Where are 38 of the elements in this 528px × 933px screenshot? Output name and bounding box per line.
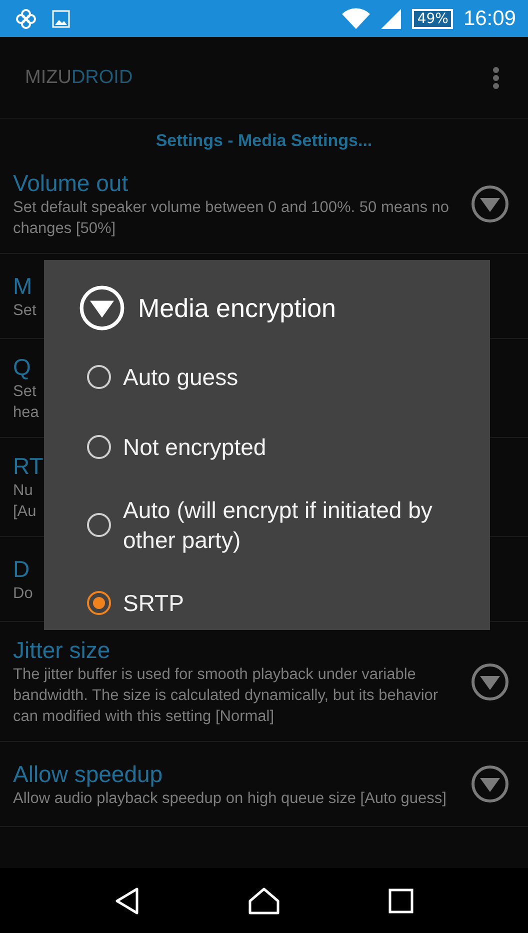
setting-description: Set default speaker volume between 0 and 100%. 50 means no changes [50%]	[13, 198, 450, 239]
app-icon	[14, 6, 38, 30]
option-label[interactable]: Not encrypted	[123, 432, 266, 462]
signal-icon	[380, 8, 402, 30]
setting-description: Set hea	[13, 382, 39, 423]
setting-title: Jitter size	[13, 636, 110, 664]
radio-button[interactable]	[87, 591, 111, 615]
battery-indicator: 49%	[412, 8, 454, 28]
radio-button[interactable]	[87, 435, 111, 459]
setting-description: Nu [Au	[13, 481, 36, 522]
setting-title: RT	[13, 452, 44, 480]
recent-apps-icon[interactable]	[388, 888, 414, 914]
setting-title: Volume out	[13, 169, 128, 197]
option-label[interactable]: Auto guess	[123, 362, 238, 392]
overflow-menu-icon[interactable]	[492, 66, 500, 90]
clock: 16:09	[463, 6, 516, 30]
home-icon[interactable]	[248, 886, 280, 914]
radio-button[interactable]	[87, 365, 111, 389]
setting-title: Q	[13, 353, 31, 381]
setting-description: Set	[13, 300, 36, 320]
setting-title: Allow speedup	[13, 760, 163, 788]
dropdown-icon[interactable]	[470, 764, 510, 804]
app-logo: MIZUDROID	[25, 66, 133, 88]
setting-description: Do	[13, 584, 33, 604]
setting-title: D	[13, 554, 30, 582]
dropdown-icon[interactable]	[470, 662, 510, 702]
setting-description: The jitter buffer is used for smooth playback under variable bandwidth. The size is calculated dynamically, but its behavior can modified with this setting [Normal]	[13, 665, 440, 727]
dropdown-icon[interactable]	[470, 184, 510, 224]
radio-button[interactable]	[87, 513, 111, 537]
option-label[interactable]: SRTP	[123, 588, 184, 618]
setting-description: Allow audio playback speedup on high queue size [Auto guess]	[13, 788, 446, 808]
wifi-icon	[342, 8, 370, 30]
section-title: Settings - Media Settings...	[0, 118, 528, 155]
image-icon	[52, 10, 70, 28]
setting-title: M	[13, 272, 32, 300]
back-icon[interactable]	[114, 886, 140, 914]
dialog-title: Media encryption	[138, 292, 336, 324]
option-label[interactable]: Auto (will encrypt if initiated by other party)	[123, 495, 470, 555]
